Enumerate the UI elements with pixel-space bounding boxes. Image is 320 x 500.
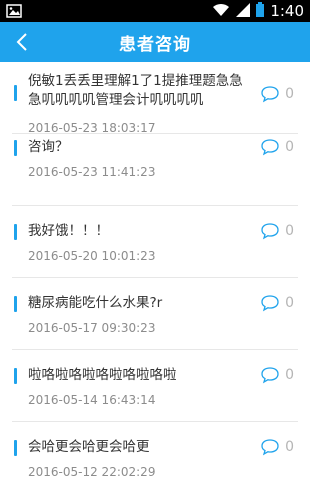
comment-icon bbox=[261, 295, 279, 312]
consultation-list: 倪敏1丢丢里理解1了1提推理题急急急叽叽叽叽管理会计叽叽叽叽 2016-05-2… bbox=[0, 62, 310, 493]
page-title: 患者咨询 bbox=[119, 34, 191, 55]
status-time: 1:40 bbox=[270, 2, 304, 20]
comment-count-value: 0 bbox=[285, 295, 294, 311]
comment-count-value: 0 bbox=[285, 139, 294, 155]
comment-count[interactable]: 0 bbox=[260, 366, 294, 384]
item-date: 2016-05-14 16:43:14 bbox=[28, 393, 156, 407]
item-title: 我好饿！！！ bbox=[28, 223, 109, 239]
chevron-left-icon bbox=[16, 33, 27, 51]
item-title: 倪敏1丢丢里理解1了1提推理题急急急叽叽叽叽管理会计叽叽叽叽 bbox=[28, 73, 243, 108]
comment-icon bbox=[261, 86, 279, 103]
item-title: 啦咯啦咯啦咯啦咯啦咯啦 bbox=[28, 367, 177, 383]
item-date: 2016-05-23 18:03:17 bbox=[28, 121, 156, 135]
app-bar: 患者咨询 bbox=[0, 22, 310, 62]
item-date: 2016-05-23 11:41:23 bbox=[28, 165, 156, 179]
comment-count[interactable]: 0 bbox=[260, 294, 294, 312]
accent-bar bbox=[14, 368, 17, 384]
accent-bar bbox=[14, 440, 17, 456]
comment-icon bbox=[261, 139, 279, 156]
comment-icon bbox=[261, 367, 279, 384]
comment-icon bbox=[261, 439, 279, 456]
accent-bar bbox=[14, 224, 17, 240]
list-item[interactable]: 糖尿病能吃什么水果?r 2016-05-17 09:30:23 0 bbox=[12, 278, 298, 350]
comment-count[interactable]: 0 bbox=[260, 138, 294, 156]
accent-bar bbox=[14, 296, 17, 312]
signal-icon bbox=[236, 2, 251, 21]
status-bar: 1:40 bbox=[0, 0, 310, 22]
list-item[interactable]: 会哈更会哈更会哈更 2016-05-12 22:02:29 0 bbox=[12, 422, 298, 493]
image-notification-icon bbox=[6, 3, 22, 19]
list-item[interactable]: 啦咯啦咯啦咯啦咯啦咯啦 2016-05-14 16:43:14 0 bbox=[12, 350, 298, 422]
comment-icon bbox=[261, 223, 279, 240]
wifi-icon bbox=[212, 2, 230, 21]
comment-count[interactable]: 0 bbox=[260, 222, 294, 240]
comment-count-value: 0 bbox=[285, 86, 294, 102]
item-date: 2016-05-17 09:30:23 bbox=[28, 321, 156, 335]
list-item[interactable]: 我好饿！！！ 2016-05-20 10:01:23 0 bbox=[12, 206, 298, 278]
list-item[interactable]: 咨询？ 2016-05-23 11:41:23 0 bbox=[12, 134, 298, 206]
item-date: 2016-05-12 22:02:29 bbox=[28, 465, 156, 479]
comment-count[interactable]: 0 bbox=[260, 438, 294, 456]
comment-count-value: 0 bbox=[285, 439, 294, 455]
comment-count-value: 0 bbox=[285, 367, 294, 383]
item-title: 咨询？ bbox=[28, 139, 69, 155]
item-title: 糖尿病能吃什么水果?r bbox=[28, 295, 163, 311]
list-item[interactable]: 倪敏1丢丢里理解1了1提推理题急急急叽叽叽叽管理会计叽叽叽叽 2016-05-2… bbox=[12, 62, 298, 135]
item-date: 2016-05-20 10:01:23 bbox=[28, 249, 156, 263]
back-button[interactable] bbox=[10, 30, 34, 54]
comment-count-value: 0 bbox=[285, 223, 294, 239]
item-title: 会哈更会哈更会哈更 bbox=[28, 439, 150, 455]
accent-bar bbox=[14, 140, 17, 156]
battery-icon bbox=[256, 1, 265, 21]
comment-count[interactable]: 0 bbox=[260, 85, 294, 103]
accent-bar bbox=[14, 85, 17, 101]
